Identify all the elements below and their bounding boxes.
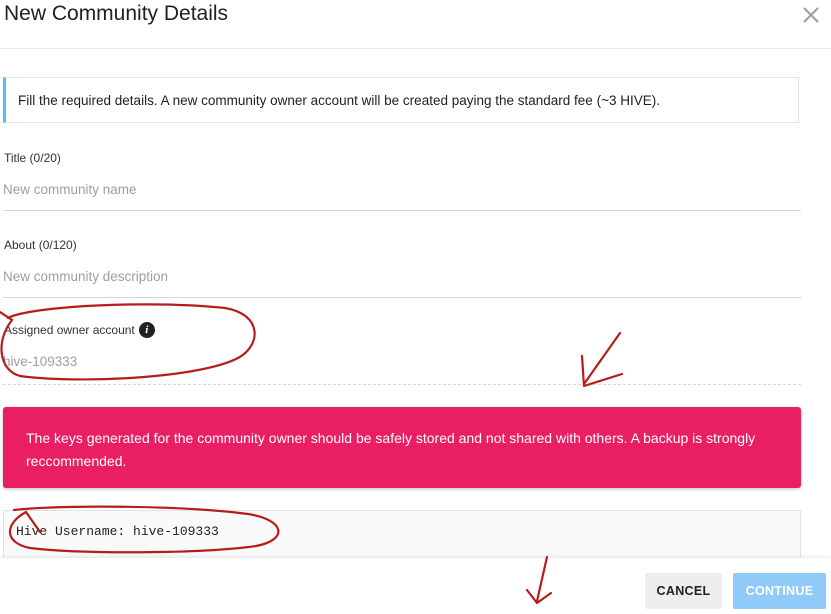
about-input-underline: [3, 297, 801, 298]
continue-button[interactable]: CONTINUE: [733, 573, 826, 609]
close-icon[interactable]: [801, 5, 821, 25]
info-callout: Fill the required details. A new communi…: [3, 77, 799, 123]
owner-field-label: Assigned owner account: [4, 323, 135, 337]
info-icon[interactable]: i: [138, 322, 155, 338]
dialog-header: New Community Details: [0, 0, 831, 49]
title-field-label: Title (0/20): [4, 151, 61, 165]
warning-banner: The keys generated for the community own…: [3, 407, 801, 488]
dialog-title: New Community Details: [4, 2, 229, 25]
title-input[interactable]: [3, 176, 801, 202]
hive-username-line: Hive Username: hive-109333: [16, 524, 219, 539]
title-input-underline: [3, 210, 801, 211]
about-input[interactable]: [3, 263, 801, 289]
annotation-arrow-warning: [580, 331, 624, 388]
owner-account-value: hive-109333: [3, 354, 78, 369]
owner-field-label-row: Assigned owner account i: [4, 322, 155, 338]
about-field-label: About (0/120): [4, 238, 77, 252]
owner-field-underline: [3, 384, 801, 385]
cancel-button[interactable]: CANCEL: [645, 573, 722, 609]
info-callout-text: Fill the required details. A new communi…: [18, 93, 660, 108]
new-community-dialog: New Community Details Fill the required …: [0, 0, 831, 614]
dialog-footer: CANCEL CONTINUE: [0, 558, 831, 614]
